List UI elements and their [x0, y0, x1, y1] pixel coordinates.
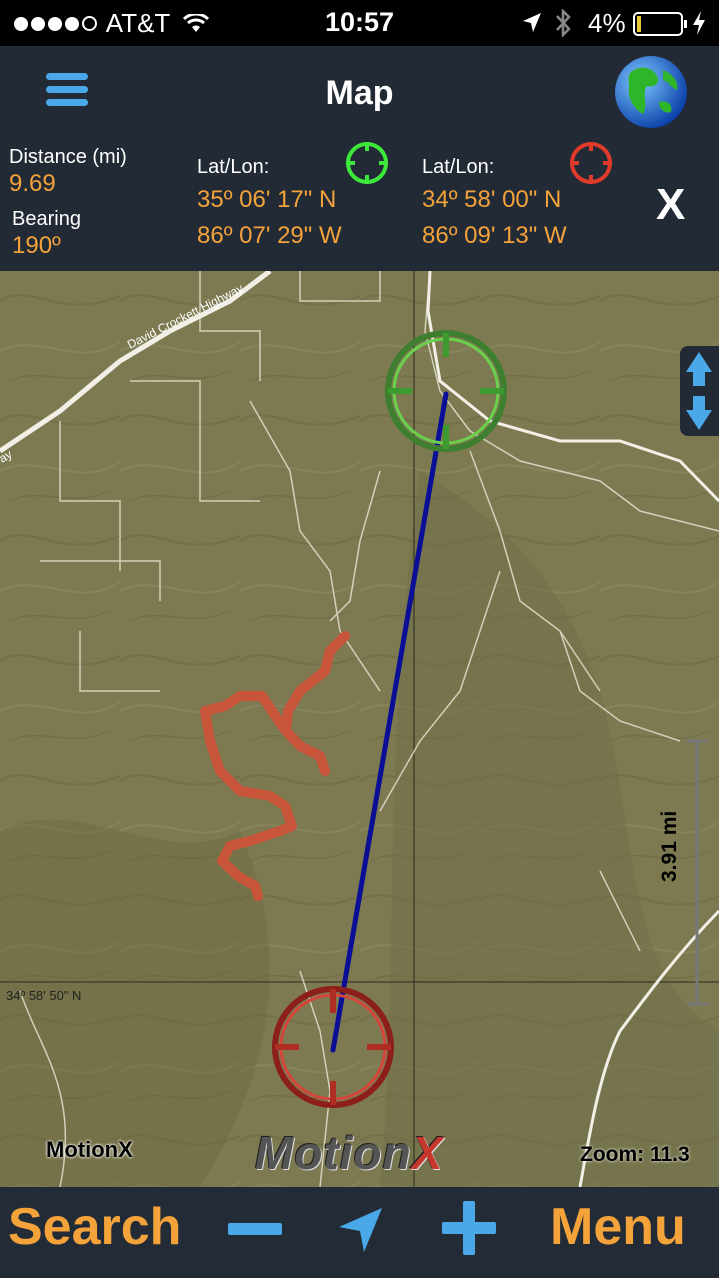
end-crosshair-icon[interactable] [568, 140, 614, 186]
start-longitude: 86º 07' 29" W [197, 222, 342, 249]
charging-bolt-icon [693, 11, 705, 35]
zoom-in-icon[interactable] [442, 1201, 496, 1255]
bluetooth-icon [556, 9, 571, 37]
bearing-label: Bearing [12, 208, 81, 230]
vertical-pan-control[interactable] [680, 346, 719, 436]
search-button[interactable]: Search [8, 1197, 181, 1257]
up-down-arrow-icon [686, 352, 712, 430]
start-latitude: 35º 06' 17" N [197, 186, 337, 213]
bottom-toolbar: Search Menu [0, 1187, 719, 1278]
menu-button[interactable]: Menu [550, 1197, 686, 1257]
status-bar: AT&T 10:57 4% [0, 0, 719, 46]
end-latlon-label: Lat/Lon: [422, 156, 495, 178]
logo-text: Motion [255, 1127, 412, 1179]
map-view[interactable]: David Crockett Highway ay 34º 58' 50" N … [0, 271, 719, 1187]
zoom-level: Zoom: 11.3 [580, 1143, 690, 1166]
page-title: Map [325, 74, 394, 112]
location-services-icon [523, 13, 541, 32]
end-latitude: 34º 58' 00" N [422, 186, 562, 213]
globe-icon[interactable] [613, 54, 689, 130]
end-longitude: 86º 09' 13" W [422, 222, 567, 249]
topo-map-canvas[interactable]: David Crockett Highway ay [0, 271, 719, 1187]
start-crosshair-icon[interactable] [344, 140, 390, 186]
distance-value: 9.69 [9, 170, 56, 197]
battery-percent: 4% [588, 8, 626, 38]
battery-icon [633, 12, 687, 36]
close-measure-button[interactable]: X [656, 180, 685, 230]
motionx-logo: MotionX [255, 1126, 443, 1180]
start-latlon-label: Lat/Lon: [197, 156, 270, 178]
map-header: Map Distance (mi) 9.69 Bearing 190º Lat/… [0, 46, 719, 271]
zoom-out-icon[interactable] [228, 1223, 282, 1237]
locate-me-icon[interactable] [336, 1205, 386, 1255]
logo-x: X [411, 1127, 444, 1179]
distance-label: Distance (mi) [9, 146, 127, 168]
scale-label: 3.91 mi [658, 810, 681, 882]
latitude-grid-label: 34º 58' 50" N [6, 988, 82, 1003]
bearing-value: 190º [12, 232, 61, 259]
map-attribution: MotionX [46, 1137, 133, 1162]
